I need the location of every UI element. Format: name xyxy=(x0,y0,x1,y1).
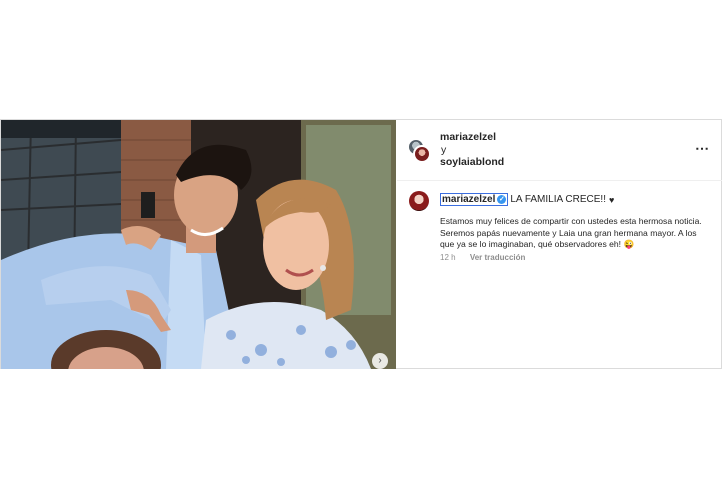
post-panel: mariazelzel y soylaiablond ⋯ mariazelzel… xyxy=(397,120,722,369)
username-link[interactable]: soylaiablond xyxy=(440,156,504,168)
caption-headline: LA FAMILIA CRECE!! xyxy=(510,194,606,205)
caption-meta: 12 h Ver traducción xyxy=(440,253,525,262)
caption-username-link[interactable]: mariazelzel ✓ xyxy=(440,193,509,206)
caption-first-line: mariazelzel ✓ LA FAMILIA CRECE!! ♥ xyxy=(440,193,614,206)
next-photo-button[interactable]: › xyxy=(372,353,388,369)
caption-username: mariazelzel xyxy=(442,194,496,205)
post-header: mariazelzel y soylaiablond ⋯ xyxy=(397,120,722,181)
collab-usernames: mariazelzel y soylaiablond xyxy=(440,131,504,169)
photo-scene xyxy=(1,120,396,369)
heart-icon: ♥ xyxy=(608,194,615,205)
more-options-icon[interactable]: ⋯ xyxy=(695,141,710,155)
post-photo[interactable]: › xyxy=(1,120,396,369)
collab-avatars[interactable] xyxy=(407,138,431,163)
see-translation-link[interactable]: Ver traducción xyxy=(470,253,526,262)
conjunction-text: y xyxy=(441,143,447,156)
caption-body: Estamos muy felices de compartir con ust… xyxy=(440,216,702,249)
instagram-post: › mariazelzel y soylaiablond ⋯ mariazelz… xyxy=(0,119,722,369)
avatar xyxy=(413,145,431,163)
timestamp[interactable]: 12 h xyxy=(440,253,456,262)
username-link[interactable]: mariazelzel xyxy=(440,131,496,143)
avatar[interactable] xyxy=(409,191,429,211)
verified-icon: ✓ xyxy=(497,195,507,204)
